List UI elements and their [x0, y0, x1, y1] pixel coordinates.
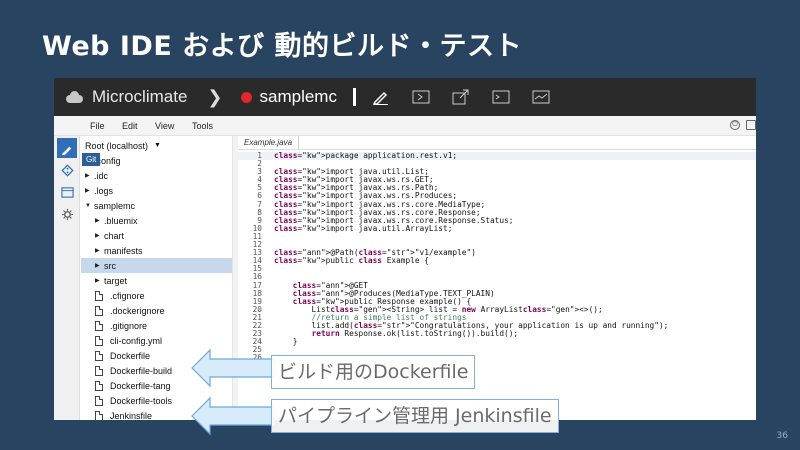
tree-file[interactable]: .cfignore [81, 288, 232, 303]
caret-down-icon[interactable]: ▼ [85, 203, 94, 209]
code-text: } [274, 337, 298, 347]
tree-folder[interactable]: ▶ .logs [81, 183, 232, 198]
tree-folder[interactable]: ▼ samplemc [81, 198, 232, 213]
edit-icon[interactable] [57, 138, 77, 158]
menu-file[interactable]: File [90, 121, 105, 131]
open-external-icon[interactable] [450, 89, 472, 105]
pencil-icon[interactable] [370, 89, 392, 105]
tree-file[interactable]: .gitignore [81, 318, 232, 333]
tree-root[interactable]: Root (localhost) ▼ [81, 138, 232, 153]
power-icon[interactable]: ⏻ [730, 120, 740, 130]
code-area[interactable]: 1 class="kw">package application.rest.v1;… [238, 151, 756, 379]
file-icon [95, 380, 103, 391]
maximize-icon[interactable] [746, 120, 756, 130]
console-icon[interactable] [57, 182, 77, 202]
project-name[interactable]: samplemc [260, 87, 337, 107]
tree-folder[interactable]: ▶ manifests [81, 243, 232, 258]
code-line[interactable]: 11 [238, 232, 756, 241]
tree-item-label: cli-config.yml [110, 335, 163, 346]
git-tooltip: Git [82, 153, 101, 166]
tree-item-label: target [104, 275, 128, 286]
caret-right-icon[interactable]: ▶ [95, 217, 104, 224]
file-icon [95, 290, 103, 301]
code-line[interactable]: 1 class="kw">package application.rest.v1; [238, 151, 756, 161]
code-line[interactable]: 14 class="kw">public class Example { [238, 257, 756, 265]
code-text: class="kw">public class Example { [274, 256, 429, 266]
tree-file[interactable]: cli-config.yml [81, 333, 232, 348]
page-number: 36 [776, 431, 788, 441]
tree-folder[interactable]: ▶ target [81, 273, 232, 288]
tree-item-label: Dockerfile-tools [110, 395, 173, 406]
code-line[interactable]: 25 [238, 346, 756, 354]
tree-folder[interactable]: ▶ src [81, 258, 232, 273]
caret-right-icon[interactable]: ▶ [95, 232, 104, 239]
tree-item-label: samplemc [94, 200, 136, 211]
monitor-icon[interactable] [530, 89, 552, 105]
arrow-left-icon [191, 396, 275, 436]
tab-divider [238, 149, 756, 150]
tab-example-java[interactable]: Example.java [238, 136, 300, 149]
tree-item-label: Dockerfile-build [110, 365, 173, 376]
tree-item-label: .cfignore [110, 290, 145, 301]
file-icon [95, 320, 103, 331]
project-status-dot [240, 91, 252, 103]
caret-down-icon[interactable]: ▼ [154, 142, 161, 149]
code-line[interactable]: 24 } [238, 338, 756, 346]
file-icon [95, 350, 103, 361]
caret-right-icon[interactable]: ▶ [85, 187, 94, 194]
code-line[interactable]: 15 [238, 265, 756, 273]
tree-folder[interactable]: ▶.config [81, 153, 232, 168]
file-icon [95, 365, 103, 376]
file-icon [95, 410, 103, 420]
caret-right-icon[interactable]: ▶ [95, 262, 104, 269]
code-line[interactable]: 10 class="kw">import java.util.ArrayList; [238, 223, 756, 233]
tree-item-label: .gitignore [110, 320, 148, 331]
file-icon [95, 395, 103, 406]
tree-folder[interactable]: ▶ .bluemix [81, 213, 232, 228]
tree-root-label: Root (localhost) [85, 140, 149, 151]
tree-item-label: chart [104, 230, 125, 241]
menu-bar: File Edit View Tools ⏻ [54, 116, 756, 136]
git-icon[interactable] [57, 160, 77, 180]
chevron-right-icon: ❯ [207, 86, 223, 108]
tree-item-label: .logs [94, 185, 114, 196]
tree-item-label: Dockerfile [110, 350, 151, 361]
caret-right-icon[interactable]: ▶ [95, 277, 104, 284]
tree-item-label: src [104, 260, 116, 271]
tree-folder[interactable]: ▶ chart [81, 228, 232, 243]
divider [352, 88, 356, 106]
menu-edit[interactable]: Edit [122, 121, 138, 131]
code-text: class="kw">import java.util.ArrayList; [274, 223, 453, 233]
dockerfile-callout: ビルド用のDockerfile [271, 355, 476, 389]
menu-tools[interactable]: Tools [192, 121, 213, 131]
menu-view[interactable]: View [155, 121, 174, 131]
jenkinsfile-callout: パイプライン管理用 Jenkinsfile [271, 399, 559, 433]
build-icon[interactable] [410, 89, 432, 105]
tree-item-label: .idc [94, 170, 109, 181]
caret-right-icon[interactable]: ▶ [95, 247, 104, 254]
code-text: class="kw">package application.rest.v1; [274, 151, 458, 160]
terminal-icon[interactable] [490, 89, 512, 105]
slide-title: Web IDE および 動的ビルド・テスト [42, 31, 523, 62]
arrow-left-icon [191, 348, 275, 388]
code-text: return Response.ok(list.toString()).buil… [311, 329, 519, 339]
tree-folder[interactable]: ▶ .idc [81, 168, 232, 183]
brand-name[interactable]: Microclimate [92, 87, 187, 107]
gear-icon[interactable] [57, 204, 77, 224]
caret-right-icon[interactable]: ▶ [85, 172, 94, 179]
tree-item-label: Dockerfile-tang [110, 380, 171, 391]
tree-item-label: manifests [104, 245, 143, 256]
tree-item-label: .dockerignore [110, 305, 165, 316]
cloud-icon [64, 91, 84, 103]
top-bar: Microclimate ❯ samplemc [54, 78, 756, 116]
tree-item-label: .bluemix [104, 215, 138, 226]
file-icon [95, 305, 103, 316]
tree-item-label: Jenkinsfile [110, 410, 153, 421]
tree-file[interactable]: .dockerignore [81, 303, 232, 318]
file-icon [95, 335, 103, 346]
activity-bar [54, 136, 80, 420]
code-line[interactable]: 23 return Response.ok(list.toString()).b… [238, 329, 756, 339]
